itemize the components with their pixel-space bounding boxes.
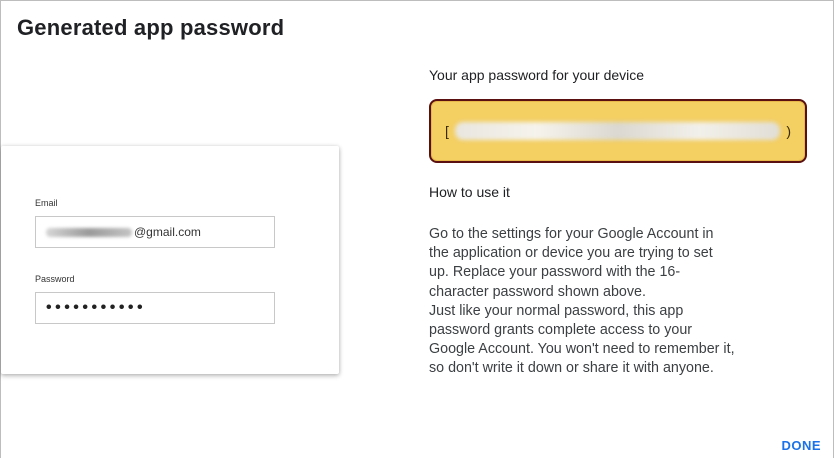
- generated-app-password-dialog: Generated app password Email @gmail.com …: [0, 0, 834, 458]
- dialog-title: Generated app password: [17, 15, 285, 40]
- email-label: Email: [35, 198, 58, 208]
- password-mask: •••••••••••: [46, 299, 147, 316]
- app-password-subtitle: Your app password for your device: [429, 67, 645, 83]
- password-field[interactable]: •••••••••••: [35, 292, 275, 324]
- done-button[interactable]: DONE: [781, 438, 821, 453]
- how-to-heading: How to use it: [429, 184, 510, 200]
- sign-in-card: Email @gmail.com Password •••••••••••: [1, 146, 339, 374]
- app-password-box[interactable]: [ ): [429, 99, 807, 163]
- redacted-email-prefix: [46, 227, 132, 237]
- redacted-app-password: [454, 122, 781, 140]
- how-to-instructions: Go to the settings for your Google Accou…: [429, 226, 735, 377]
- password-label: Password: [35, 274, 75, 284]
- email-suffix: @gmail.com: [134, 225, 201, 239]
- password-left-char: [: [445, 123, 449, 139]
- email-field[interactable]: @gmail.com: [35, 216, 275, 248]
- password-right-char: ): [786, 123, 791, 139]
